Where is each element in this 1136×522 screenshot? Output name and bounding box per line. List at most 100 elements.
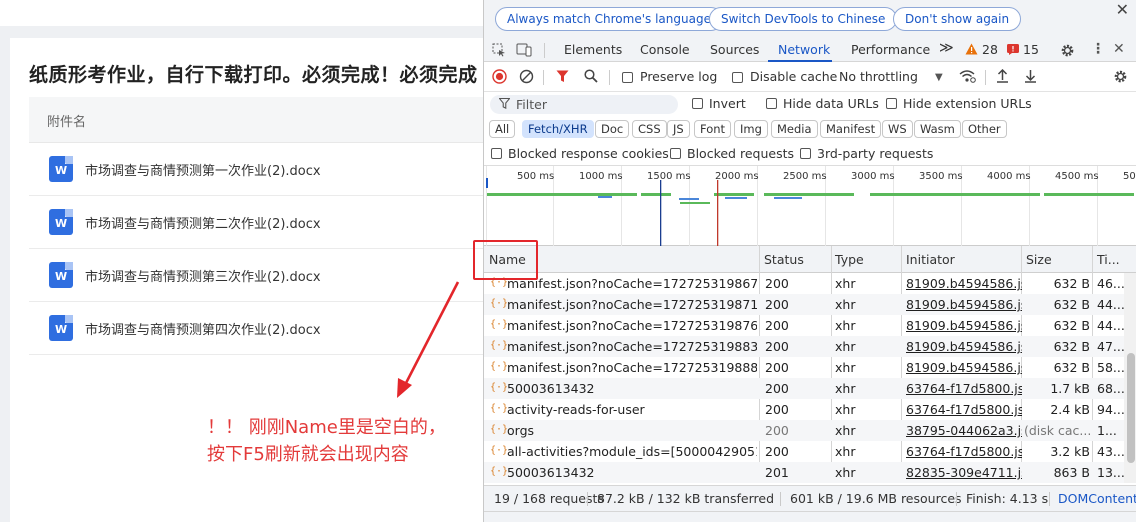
tab-network[interactable]: Network — [778, 42, 830, 57]
console-drawer-edge[interactable] — [484, 511, 1136, 522]
blocked-requests-checkbox[interactable] — [670, 148, 681, 159]
preserve-log-checkbox[interactable] — [622, 72, 633, 83]
request-row[interactable]: {·} orgs 200 xhr 38795-044062a3.js:1 (di… — [484, 420, 1124, 441]
resources-size: 601 kB / 19.6 MB resources — [790, 491, 962, 506]
xhr-icon: {·} — [490, 319, 509, 330]
third-party-checkbox[interactable] — [800, 148, 811, 159]
request-row[interactable]: {·} manifest.json?noCache=1727253198671.… — [484, 273, 1124, 294]
tab-performance[interactable]: Performance — [851, 42, 930, 57]
invert-checkbox[interactable] — [692, 98, 703, 109]
attachment-row[interactable]: W 市场调查与商情预测第三次作业(2).docx — [29, 249, 483, 302]
toolbar-divider — [543, 70, 544, 85]
blocked-filter-bar: Blocked response cookies Blocked request… — [484, 142, 1136, 166]
settings-gear-icon[interactable] — [1060, 43, 1075, 60]
request-row[interactable]: {·} manifest.json?noCache=1727253198884.… — [484, 357, 1124, 378]
invert-label: Invert — [709, 96, 746, 111]
attachment-row[interactable]: W 市场调查与商情预测第一次作业(2).docx — [29, 143, 483, 196]
request-row[interactable]: {·} 50003613432 201 xhr 82835-309e4711.j… — [484, 462, 1124, 483]
word-file-icon: W — [49, 209, 73, 235]
tab-sources[interactable]: Sources — [710, 42, 759, 57]
type-filter-other[interactable]: Other — [962, 120, 1007, 138]
request-list-scrollbar[interactable] — [1124, 273, 1136, 483]
hide-data-urls-label: Hide data URLs — [783, 96, 879, 111]
close-icon[interactable]: ✕ — [1116, 0, 1129, 19]
request-row[interactable]: {·} activity-reads-for-user 200 xhr 6376… — [484, 399, 1124, 420]
more-options-icon[interactable]: ⋮ — [1091, 42, 1105, 56]
hide-data-urls-checkbox[interactable] — [766, 98, 777, 109]
blocked-cookies-checkbox[interactable] — [491, 148, 502, 159]
request-row[interactable]: {·} manifest.json?noCache=1727253198764.… — [484, 315, 1124, 336]
word-file-icon: W — [49, 156, 73, 182]
filter-bar: Filter Invert Hide data URLs Hide extens… — [484, 92, 1136, 116]
xhr-icon: {·} — [490, 361, 509, 372]
column-initiator[interactable]: Initiator — [906, 252, 955, 267]
tab-console[interactable]: Console — [640, 42, 690, 57]
type-filter-ws[interactable]: WS — [882, 120, 913, 138]
export-har-icon[interactable] — [1024, 69, 1037, 87]
finish-time: Finish: 4.13 s — [966, 491, 1049, 506]
record-stop-icon[interactable] — [492, 69, 507, 88]
tab-elements[interactable]: Elements — [564, 42, 622, 57]
more-tabs-icon[interactable]: ≫ — [939, 40, 954, 56]
close-devtools-icon[interactable]: ✕ — [1113, 42, 1125, 56]
xhr-icon: {·} — [490, 403, 509, 414]
type-filter-manifest[interactable]: Manifest — [820, 120, 882, 138]
filter-funnel-icon — [498, 97, 511, 113]
warning-icon[interactable] — [965, 43, 978, 59]
network-settings-gear-icon[interactable] — [1113, 69, 1128, 88]
throttling-select[interactable]: No throttling — [839, 69, 918, 84]
column-status[interactable]: Status — [764, 252, 804, 267]
type-filter-doc[interactable]: Doc — [595, 120, 630, 138]
blocked-requests-label: Blocked requests — [687, 146, 794, 161]
xhr-icon: {·} — [490, 298, 509, 309]
disable-cache-checkbox[interactable] — [732, 72, 743, 83]
word-file-icon: W — [49, 315, 73, 341]
request-row[interactable]: {·} 50003613432 200 xhr 63764-f17d5800.j… — [484, 378, 1124, 399]
clear-icon[interactable] — [519, 69, 534, 88]
course-page: 纸质形考作业，自行下载打印。必须完成！必须完成 附件名 W 市场调查与商情预测第… — [0, 0, 483, 522]
chevron-down-icon[interactable]: ▼ — [935, 71, 943, 85]
type-filter-img[interactable]: Img — [734, 120, 768, 138]
attachment-column-header: 附件名 — [47, 115, 87, 130]
page-top-strip — [0, 0, 483, 26]
type-filter-fetch-xhr[interactable]: Fetch/XHR — [522, 120, 594, 138]
scrollbar-thumb[interactable] — [1127, 353, 1135, 463]
type-filter-css[interactable]: CSS — [632, 120, 667, 138]
request-row[interactable]: {·} manifest.json?noCache=1727253198719.… — [484, 294, 1124, 315]
attachment-link[interactable]: 市场调查与商情预测第一次作业(2).docx — [85, 160, 321, 179]
switch-chinese-button[interactable]: Switch DevTools to Chinese — [709, 7, 898, 31]
match-language-button[interactable]: Always match Chrome's language — [495, 7, 723, 31]
request-row[interactable]: {·} all-activities?module_ids=[500004290… — [484, 441, 1124, 462]
attachment-row[interactable]: W 市场调查与商情预测第四次作业(2).docx — [29, 302, 483, 355]
attachment-link[interactable]: 市场调查与商情预测第三次作业(2).docx — [85, 266, 321, 285]
type-filter-wasm[interactable]: Wasm — [914, 120, 961, 138]
page-title: 纸质形考作业，自行下载打印。必须完成！必须完成 — [29, 64, 478, 86]
search-icon[interactable] — [584, 69, 598, 87]
import-har-icon[interactable] — [996, 68, 1009, 87]
dont-show-again-button[interactable]: Don't show again — [893, 7, 1022, 31]
filter-input[interactable]: Filter — [490, 95, 678, 114]
type-filter-all[interactable]: All — [489, 120, 516, 138]
type-filter-js[interactable]: JS — [667, 120, 690, 138]
attachment-row[interactable]: W 市场调查与商情预测第二次作业(2).docx — [29, 196, 483, 249]
attachment-table-header: 附件名 — [29, 97, 483, 143]
device-toolbar-icon[interactable] — [516, 43, 532, 61]
xhr-icon: {·} — [490, 340, 509, 351]
attachment-link[interactable]: 市场调查与商情预测第四次作业(2).docx — [85, 319, 321, 338]
network-timeline-overview[interactable]: 500 ms 1000 ms 1500 ms 2000 ms 2500 ms 3… — [484, 166, 1136, 246]
request-row[interactable]: {·} manifest.json?noCache=1727253198831.… — [484, 336, 1124, 357]
error-icon[interactable] — [1007, 44, 1019, 59]
attachment-link[interactable]: 市场调查与商情预测第二次作业(2).docx — [85, 213, 321, 232]
network-conditions-icon[interactable] — [959, 69, 976, 87]
inspect-element-icon[interactable] — [492, 43, 506, 61]
column-type[interactable]: Type — [835, 252, 864, 267]
error-count[interactable]: 15 — [1023, 42, 1039, 57]
type-filter-media[interactable]: Media — [771, 120, 818, 138]
warning-count[interactable]: 28 — [982, 42, 998, 57]
column-size[interactable]: Size — [1026, 252, 1052, 267]
hide-extension-urls-checkbox[interactable] — [886, 98, 897, 109]
devtools-tab-bar: Elements Console Sources Network Perform… — [484, 38, 1136, 62]
type-filter-font[interactable]: Font — [694, 120, 732, 138]
filter-funnel-icon[interactable] — [556, 70, 569, 87]
column-time[interactable]: Ti... — [1097, 252, 1120, 267]
